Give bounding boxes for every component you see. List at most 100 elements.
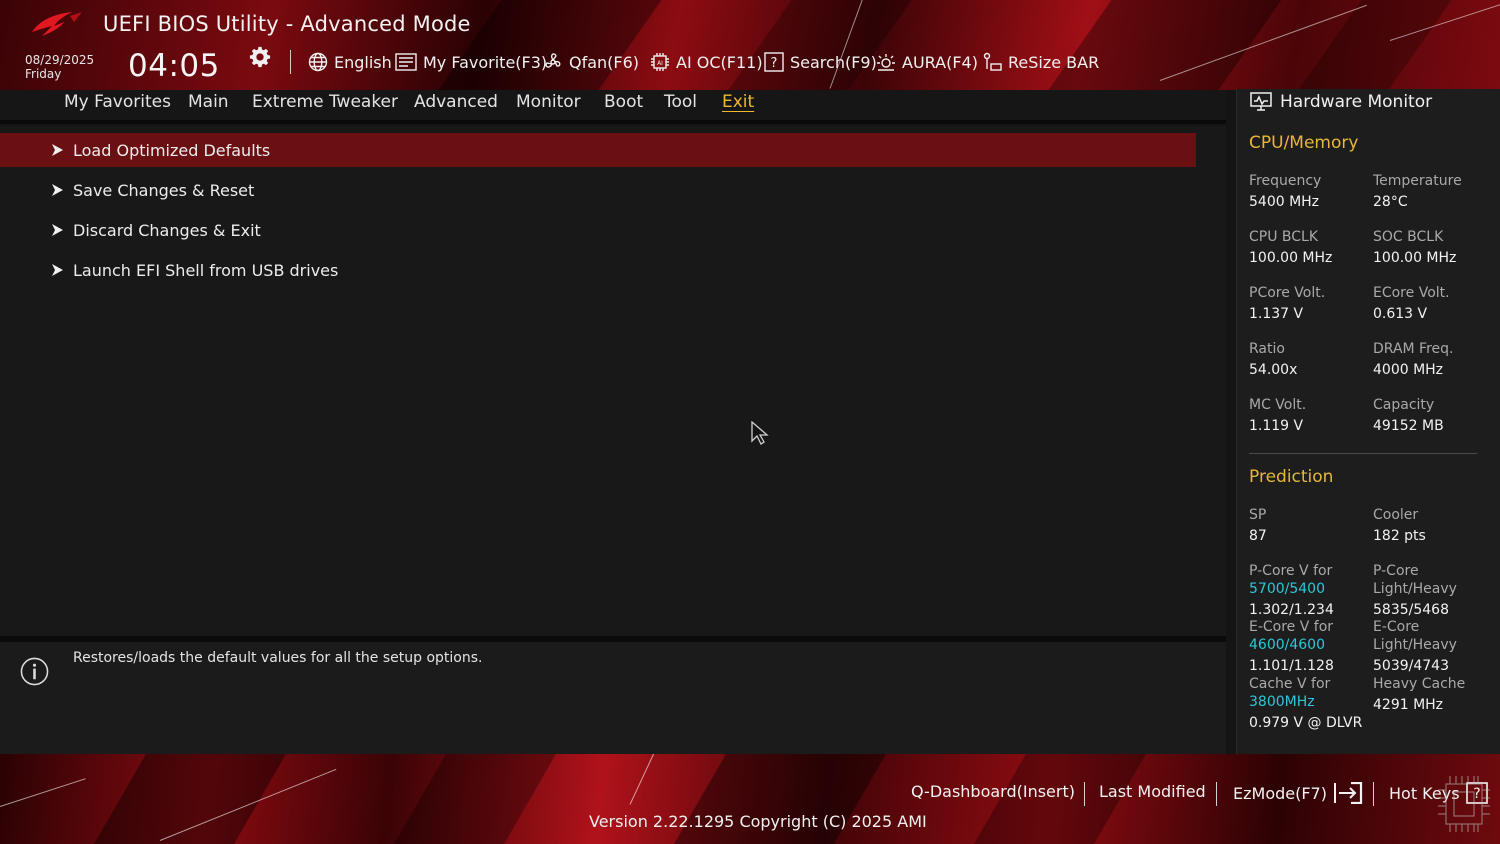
prediction-heading: Prediction (1249, 467, 1334, 487)
fan-icon (545, 53, 561, 68)
capacity-value: 49152 MB (1373, 418, 1444, 434)
footer-separator (1373, 782, 1374, 806)
pcore-lh-label-2: Light/Heavy (1373, 581, 1457, 597)
qfan-label: Qfan(F6) (569, 52, 640, 72)
pcore-lh-label-1: P-Core (1373, 563, 1419, 579)
arrow-right-icon (52, 144, 63, 156)
ecore-lh-value: 5039/4743 (1373, 658, 1449, 674)
menu-item-discard-changes-exit[interactable]: Discard Changes & Exit (0, 213, 1196, 247)
ezmode-button[interactable]: EzMode(F7) (1233, 782, 1363, 804)
menu-item-load-optimized-defaults[interactable]: Load Optimized Defaults (0, 133, 1196, 167)
cpu-chip-watermark-icon (1438, 776, 1490, 832)
clock-display[interactable]: 04:05 (128, 48, 220, 84)
frequency-value: 5400 MHz (1249, 194, 1320, 210)
cache-v-value: 0.979 V @ DLVR (1249, 715, 1363, 731)
tab-exit[interactable]: Exit (722, 92, 754, 112)
pcore-v-for-label: P-Core V for (1249, 563, 1333, 579)
ai-oc-button[interactable]: AI AI OC(F11) (650, 50, 763, 74)
tab-tool[interactable]: Tool (664, 92, 697, 112)
ezmode-label: EzMode(F7) (1233, 783, 1327, 803)
tab-monitor[interactable]: Monitor (516, 92, 581, 112)
favorite-list-icon (395, 53, 417, 71)
menu-item-label: Save Changes & Reset (73, 180, 255, 200)
heavy-cache-label: Heavy Cache (1373, 676, 1466, 692)
pcore-volt-value: 1.137 V (1249, 306, 1304, 322)
ai-chip-icon: AI (651, 53, 669, 71)
version-text: Version 2.22.1295 Copyright (C) 2025 AMI (589, 812, 927, 831)
search-help-icon: ? (764, 52, 784, 72)
arrow-right-icon (52, 184, 63, 196)
mouse-cursor-icon (751, 421, 769, 445)
tab-main[interactable]: Main (188, 92, 229, 112)
my-favorite-label: My Favorite(F3) (423, 52, 548, 72)
date-display: 08/29/2025 (25, 53, 95, 67)
tab-extreme-tweaker[interactable]: Extreme Tweaker (252, 92, 398, 112)
temperature-label: Temperature (1373, 173, 1462, 189)
menu-item-label: Discard Changes & Exit (73, 220, 261, 240)
pcore-v-value: 1.302/1.234 (1249, 602, 1334, 618)
rog-logo-icon (32, 12, 82, 36)
ai-oc-label: AI OC(F11) (676, 52, 763, 72)
search-button[interactable]: ? Search(F9) (764, 50, 877, 74)
tab-boot[interactable]: Boot (604, 92, 643, 112)
cooler-label: Cooler (1373, 507, 1419, 523)
cpu-bclk-value: 100.00 MHz (1249, 250, 1333, 266)
resize-bar-button[interactable]: ReSize BAR (982, 50, 1099, 74)
arrow-right-icon (52, 264, 63, 276)
sp-label: SP (1249, 507, 1267, 523)
mc-volt-label: MC Volt. (1249, 397, 1307, 413)
tab-advanced[interactable]: Advanced (414, 92, 498, 112)
pcore-v-for-freq: 5700/5400 (1249, 581, 1325, 597)
q-dashboard-button[interactable]: Q-Dashboard(Insert) (911, 782, 1075, 801)
toolbar-separator (290, 50, 291, 74)
app-title: UEFI BIOS Utility - Advanced Mode (103, 12, 471, 36)
menu-item-label: Load Optimized Defaults (73, 140, 271, 160)
last-modified-button[interactable]: Last Modified (1099, 782, 1206, 801)
main-menu-tabs: My Favorites Main Extreme Tweaker Advanc… (0, 90, 1226, 124)
ecore-lh-label-1: E-Core (1373, 619, 1420, 635)
help-description-panel: Restores/loads the default values for al… (0, 642, 1226, 754)
resize-bar-label: ReSize BAR (1008, 52, 1100, 72)
mc-volt-value: 1.119 V (1249, 418, 1304, 434)
exit-menu-panel: Load Optimized Defaults Save Changes & R… (0, 126, 1226, 636)
svg-text:?: ? (771, 56, 778, 71)
ecore-v-for-label: E-Core V for (1249, 619, 1334, 635)
ecore-v-value: 1.101/1.128 (1249, 658, 1334, 674)
search-label: Search(F9) (790, 52, 877, 72)
language-button[interactable]: English (308, 50, 392, 74)
info-icon (20, 657, 49, 686)
qfan-button[interactable]: Qfan(F6) (543, 50, 639, 74)
ecore-volt-value: 0.613 V (1373, 306, 1428, 322)
ecore-lh-label-2: Light/Heavy (1373, 637, 1457, 653)
dram-freq-label: DRAM Freq. (1373, 341, 1454, 357)
footer-separator (1216, 782, 1217, 806)
resize-bar-icon (983, 52, 1002, 71)
pcore-lh-value: 5835/5468 (1373, 602, 1449, 618)
cache-v-for-freq: 3800MHz (1249, 694, 1315, 710)
my-favorite-button[interactable]: My Favorite(F3) (395, 50, 547, 74)
hardware-monitor-header: Hardware Monitor (1250, 92, 1432, 112)
help-text: Restores/loads the default values for al… (73, 650, 483, 666)
aura-light-icon (877, 54, 895, 71)
language-label: English (334, 52, 392, 72)
title-bar: UEFI BIOS Utility - Advanced Mode 08/29/… (0, 0, 1500, 90)
aura-button[interactable]: AURA(F4) (876, 50, 978, 74)
menu-item-save-changes-reset[interactable]: Save Changes & Reset (0, 173, 1196, 207)
exit-arrow-icon (1333, 782, 1363, 804)
tab-my-favorites[interactable]: My Favorites (64, 92, 171, 112)
soc-bclk-label: SOC BCLK (1373, 229, 1444, 245)
footer-bar: Q-Dashboard(Insert) Last Modified EzMode… (0, 754, 1500, 844)
dram-freq-value: 4000 MHz (1373, 362, 1444, 378)
ratio-label: Ratio (1249, 341, 1285, 357)
frequency-label: Frequency (1249, 173, 1322, 189)
monitor-icon (1250, 92, 1272, 111)
menu-item-launch-efi-shell[interactable]: Launch EFI Shell from USB drives (0, 253, 1196, 287)
heavy-cache-value: 4291 MHz (1373, 697, 1444, 713)
settings-gear-icon[interactable] (249, 46, 271, 68)
pcore-volt-label: PCore Volt. (1249, 285, 1326, 301)
cooler-value: 182 pts (1373, 528, 1426, 544)
weekday-display: Friday (25, 67, 62, 81)
aura-label: AURA(F4) (902, 52, 978, 72)
ecore-v-for-freq: 4600/4600 (1249, 637, 1325, 653)
arrow-right-icon (52, 224, 63, 236)
